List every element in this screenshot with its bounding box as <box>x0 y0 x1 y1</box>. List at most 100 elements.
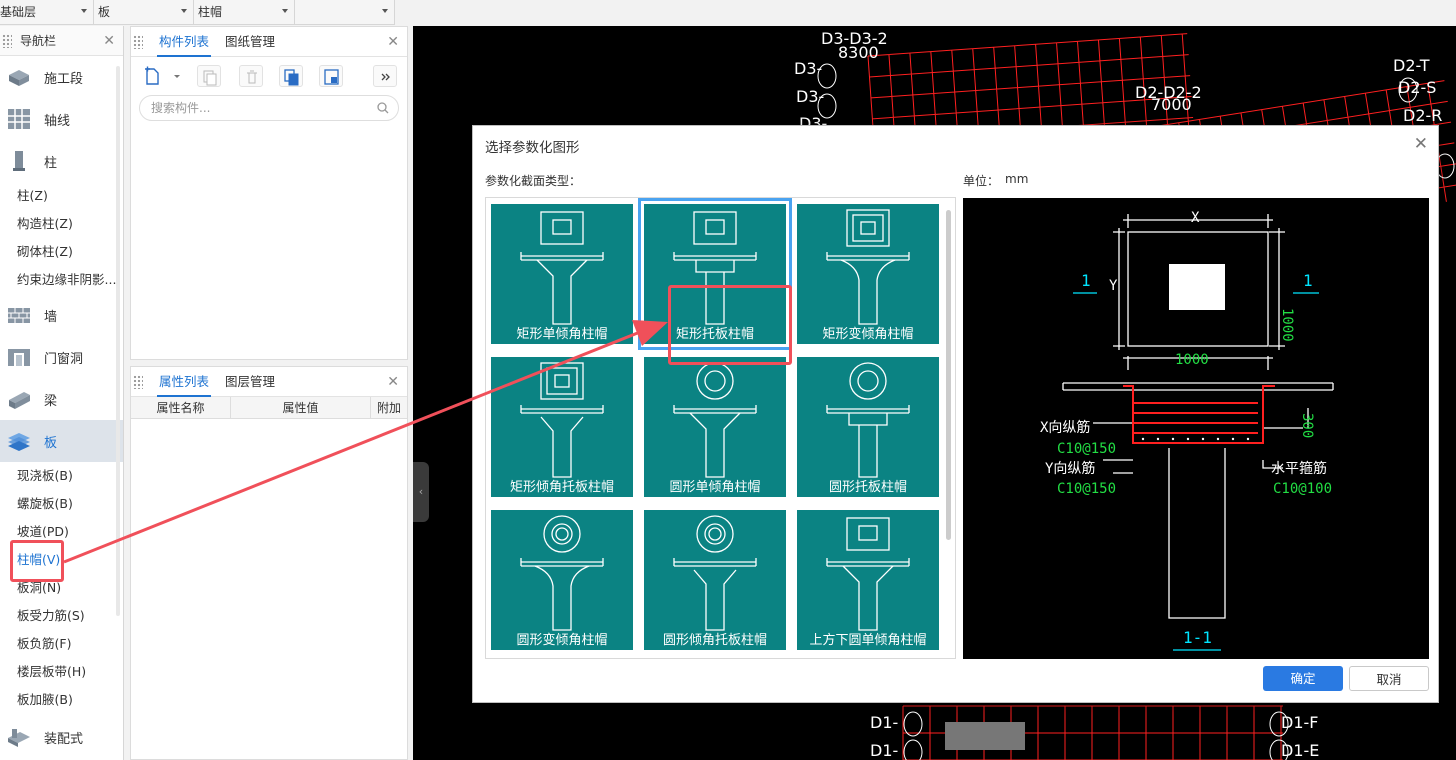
shape-option-label: 矩形变倾角柱帽 <box>822 327 914 342</box>
cad-label: D3- <box>796 87 824 106</box>
shape-option[interactable]: 圆形变倾角柱帽 <box>491 510 633 650</box>
nav-item-slab[interactable]: 现浇板(B) <box>0 462 123 490</box>
shape-option[interactable]: 上方下圆单倾角柱帽 <box>797 510 939 650</box>
shape-option[interactable]: 圆形倾角托板柱帽 <box>644 510 786 650</box>
shape-option[interactable]: 矩形倾角托板柱帽 <box>491 357 633 497</box>
search-icon[interactable] <box>377 96 389 128</box>
shape-option[interactable]: 矩形变倾角柱帽 <box>797 204 939 344</box>
nav-item-column[interactable]: 构造柱(Z) <box>0 210 123 238</box>
nav-section-column[interactable]: 柱 <box>0 140 123 182</box>
drag-grip-icon[interactable] <box>2 33 12 48</box>
y-rebar-value: C10@150 <box>1057 481 1116 497</box>
nav-section-construction-stage[interactable]: 施工段 <box>0 56 123 98</box>
nav-section-door-window[interactable]: 门窗洞 <box>0 336 123 378</box>
nav-item-slab[interactable]: 板负筋(F) <box>0 630 123 658</box>
shape-option[interactable]: 圆形托板柱帽 <box>797 357 939 497</box>
new-component-button[interactable] <box>141 65 183 87</box>
section-mark-left: 1 <box>1081 271 1091 290</box>
component-type-select[interactable]: 柱帽 <box>194 0 295 24</box>
nav-item-column[interactable]: 约束边缘非阴影... <box>0 266 123 294</box>
shape-option[interactable]: 矩形单倾角柱帽 <box>491 204 633 344</box>
section-title: 1-1 <box>1183 628 1212 647</box>
select-parametric-shape-dialog: 选择参数化图形 ✕ 参数化截面类型： 单位： mm 矩形单倾角柱帽 矩形托板柱帽矩… <box>472 125 1439 703</box>
cad-label: 7000 <box>1151 95 1192 114</box>
cad-label: D1- <box>870 741 898 760</box>
property-table-header: 属性名称 属性值 附加 <box>131 397 407 419</box>
nav-item-slab[interactable]: 螺旋板(B) <box>0 490 123 518</box>
nav-scrollbar[interactable] <box>116 66 120 616</box>
close-icon[interactable]: ✕ <box>387 374 399 390</box>
nav-section-beam[interactable]: 梁 <box>0 378 123 420</box>
unit-label: 单位： <box>963 174 1000 188</box>
nav-section-label: 梁 <box>44 393 58 409</box>
slab-item-list: 现浇板(B) 螺旋板(B) 坡道(PD) 柱帽(V) 板洞(N) 板受力筋(S) 板负筋(F… <box>0 462 123 714</box>
delete-icon[interactable] <box>239 65 263 87</box>
component-search-input[interactable]: 搜索构件... <box>139 95 399 121</box>
floor-copy-button[interactable] <box>319 65 343 87</box>
chevron-down-icon <box>382 9 388 13</box>
cad-label: D1- <box>870 713 898 732</box>
dialog-title: 选择参数化图形 <box>485 140 580 156</box>
column-icon <box>6 150 32 172</box>
tab-layer-management[interactable]: 图层管理 <box>217 367 283 397</box>
cancel-button[interactable]: 取消 <box>1349 666 1429 691</box>
stirrup-label: 水平箍筋 <box>1271 460 1327 477</box>
gallery-scrollbar[interactable] <box>946 210 951 540</box>
shape-option-label: 上方下圆单倾角柱帽 <box>809 633 927 648</box>
prefab-icon <box>6 726 32 748</box>
nav-item-column[interactable]: 砌体柱(Z) <box>0 238 123 266</box>
component-panel-header: 构件列表 图纸管理 ✕ <box>131 27 407 57</box>
nav-section-label: 施工段 <box>44 71 84 87</box>
cad-hatched-cell <box>945 722 1025 750</box>
close-icon[interactable]: ✕ <box>387 34 399 50</box>
panel-collapse-handle[interactable]: ‹ <box>413 462 429 522</box>
dim-x-label: X <box>1191 210 1200 226</box>
highlight-box-shape <box>668 285 792 365</box>
nav-section-prefab[interactable]: 装配式 <box>0 716 123 758</box>
search-placeholder: 搜索构件... <box>151 101 211 115</box>
x-rebar-label: X向纵筋 <box>1040 419 1090 436</box>
section-type-label: 参数化截面类型： <box>485 174 582 188</box>
tab-property-list[interactable]: 属性列表 <box>151 367 217 397</box>
y-rebar-label: Y向纵筋 <box>1045 460 1095 477</box>
cad-label: D2-R <box>1403 106 1442 125</box>
nav-section-slab[interactable]: 板 <box>0 420 123 462</box>
nav-section-wall[interactable]: 墙 <box>0 294 123 336</box>
dim-height-value: 1000 <box>1279 308 1295 342</box>
close-icon[interactable]: ✕ <box>103 33 115 49</box>
chevron-down-icon <box>181 9 187 13</box>
close-icon[interactable]: ✕ <box>1414 134 1428 154</box>
copy-button[interactable] <box>197 65 221 87</box>
nav-item-slab[interactable]: 楼层板带(H) <box>0 658 123 686</box>
shape-option-label: 矩形单倾角柱帽 <box>516 327 608 342</box>
expand-icon[interactable] <box>373 65 397 87</box>
floor-select[interactable]: 基础层 <box>0 0 94 24</box>
property-panel-header: 属性列表 图层管理 ✕ <box>131 367 407 397</box>
tab-component-list[interactable]: 构件列表 <box>151 27 217 57</box>
drag-grip-icon[interactable] <box>133 34 143 49</box>
nav-section-list: 墙门窗洞梁板 <box>0 294 123 462</box>
nav-section-label: 装配式 <box>44 731 84 747</box>
shape-option-label: 圆形托板柱帽 <box>828 480 907 495</box>
nav-item-slab[interactable]: 板加腋(B) <box>0 686 123 714</box>
column-header-name: 属性名称 <box>131 397 231 418</box>
cad-label: 8300 <box>838 43 879 62</box>
nav-section-label: 轴线 <box>44 113 71 129</box>
nav-item-slab[interactable]: 板受力筋(S) <box>0 602 123 630</box>
shape-option[interactable]: 圆形单倾角柱帽 <box>644 357 786 497</box>
column-header-extra: 附加 <box>376 401 401 415</box>
category-select[interactable]: 板 <box>94 0 194 24</box>
extra-select[interactable] <box>295 0 395 24</box>
ok-button[interactable]: 确定 <box>1263 666 1343 691</box>
component-list-panel: 构件列表 图纸管理 ✕ 搜索构件... <box>130 26 408 360</box>
axis-grid-icon <box>6 108 32 130</box>
nav-section-axis[interactable]: 轴线 <box>0 98 123 140</box>
duplicate-button[interactable] <box>279 65 303 87</box>
shape-option-label: 圆形倾角托板柱帽 <box>662 633 767 648</box>
stirrup-value: C10@100 <box>1273 481 1332 497</box>
nav-item-column[interactable]: 柱(Z) <box>0 182 123 210</box>
nav-title: 导航栏 <box>20 34 57 48</box>
nav-section-label: 门窗洞 <box>44 351 84 367</box>
drag-grip-icon[interactable] <box>133 374 143 389</box>
tab-drawing-management[interactable]: 图纸管理 <box>217 27 283 57</box>
